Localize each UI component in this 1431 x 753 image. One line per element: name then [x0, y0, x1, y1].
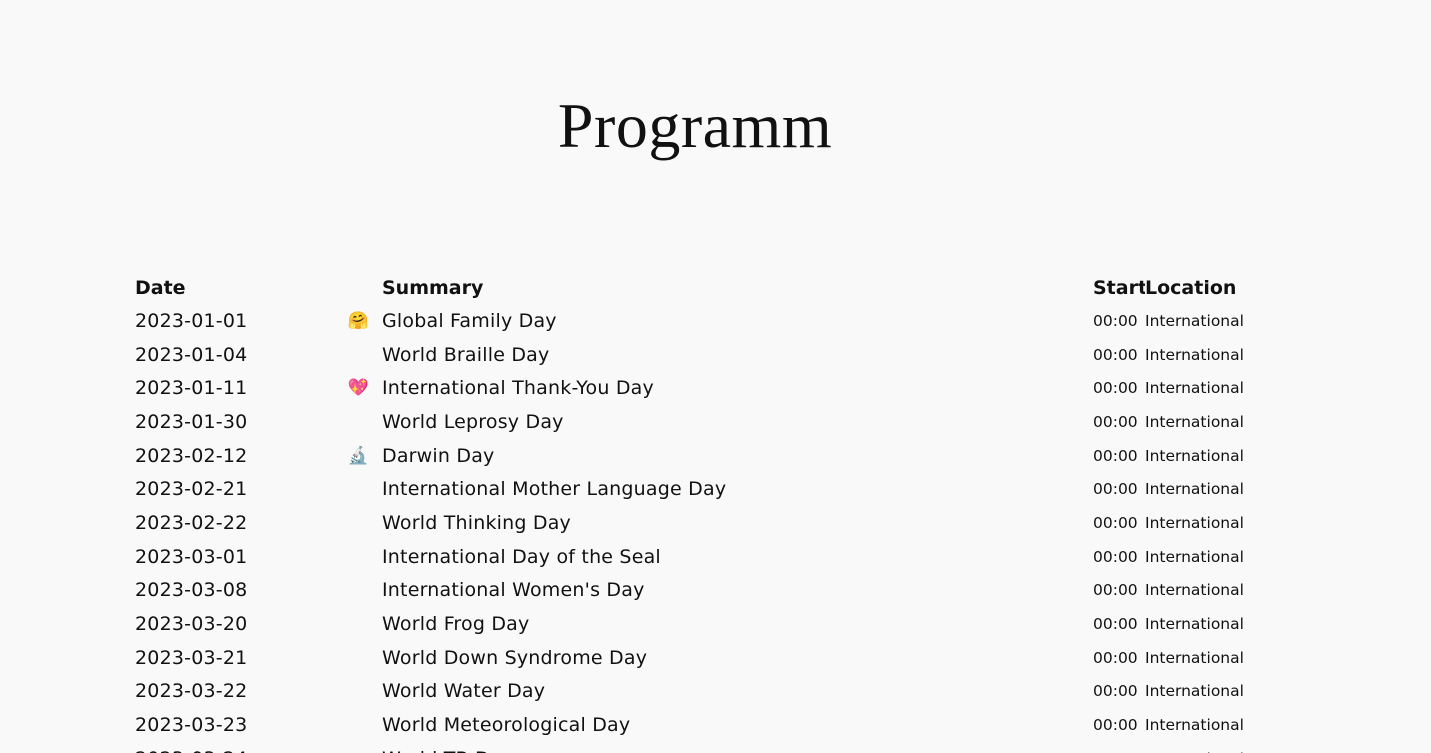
table-row: 2023-02-21 International Mother Language…	[135, 472, 1265, 506]
event-summary: International Thank-You Day	[382, 377, 654, 400]
event-date: 2023-01-11	[135, 377, 248, 400]
event-icon	[347, 405, 382, 439]
event-start: 00:00	[1093, 615, 1138, 634]
event-location: International	[1145, 648, 1244, 667]
table-header-row: Date Summary Start Location	[135, 271, 1265, 304]
event-summary: World Frog Day	[382, 613, 530, 636]
event-summary: International Mother Language Day	[382, 478, 727, 501]
column-header-location: Location	[1145, 276, 1237, 299]
table-row: 2023-03-24 World TB Day 00:00 Internatio…	[135, 742, 1265, 753]
event-icon	[347, 540, 382, 574]
event-icon	[347, 338, 382, 372]
table-row: 2023-03-22 World Water Day 00:00 Interna…	[135, 675, 1265, 709]
event-location: International	[1145, 412, 1244, 431]
event-summary: World Meteorological Day	[382, 714, 631, 737]
event-start: 00:00	[1093, 446, 1138, 465]
table-row: 2023-03-23 World Meteorological Day 00:0…	[135, 708, 1265, 742]
event-date: 2023-03-23	[135, 714, 248, 737]
event-icon	[347, 675, 382, 709]
event-summary: International Women's Day	[382, 579, 645, 602]
table-row: 2023-03-21 World Down Syndrome Day 00:00…	[135, 641, 1265, 675]
event-location: International	[1145, 311, 1244, 330]
event-location: International	[1145, 547, 1244, 566]
event-date: 2023-01-01	[135, 309, 248, 332]
microscope-icon: 🔬	[347, 445, 370, 466]
table-row: 2023-03-20 World Frog Day 00:00 Internat…	[135, 607, 1265, 641]
event-date: 2023-02-22	[135, 511, 248, 534]
event-summary: Global Family Day	[382, 309, 557, 332]
event-date: 2023-03-24	[135, 742, 347, 753]
table-row: 2023-02-12 🔬 Darwin Day 00:00 Internatio…	[135, 439, 1265, 473]
event-location: International	[1145, 742, 1265, 753]
table-row: 2023-03-01 International Day of the Seal…	[135, 540, 1265, 574]
event-start: 00:00	[1093, 547, 1138, 566]
event-start: 00:00	[1093, 716, 1138, 735]
table-row: 2023-03-08 International Women's Day 00:…	[135, 574, 1265, 608]
event-date: 2023-02-12	[135, 444, 248, 467]
event-summary: Darwin Day	[382, 444, 495, 467]
event-summary: World Braille Day	[382, 343, 550, 366]
event-start: 00:00	[1093, 513, 1138, 532]
event-summary: World Down Syndrome Day	[382, 646, 648, 669]
column-header-start: Start	[1093, 276, 1145, 299]
table-row: 2023-01-30 World Leprosy Day 00:00 Inter…	[135, 405, 1265, 439]
event-icon	[347, 506, 382, 540]
program-table: Date Summary Start Location 2023-01-01 🤗…	[135, 271, 1265, 753]
hugging-face-icon: 🤗	[347, 310, 370, 331]
event-date: 2023-01-04	[135, 343, 248, 366]
column-header-date: Date	[135, 276, 186, 299]
event-summary: World TB Day	[382, 742, 1093, 753]
column-header-summary: Summary	[382, 276, 484, 299]
event-date: 2023-03-08	[135, 579, 248, 602]
event-location: International	[1145, 615, 1244, 634]
event-icon	[347, 574, 382, 608]
event-date: 2023-03-21	[135, 646, 248, 669]
table-row: 2023-02-22 World Thinking Day 00:00 Inte…	[135, 506, 1265, 540]
event-icon	[347, 607, 382, 641]
event-start: 00:00	[1093, 412, 1138, 431]
event-start: 00:00	[1093, 480, 1138, 499]
event-icon	[347, 641, 382, 675]
column-header-icon	[347, 271, 382, 304]
event-date: 2023-01-30	[135, 410, 248, 433]
event-start: 00:00	[1093, 311, 1138, 330]
event-icon	[347, 742, 382, 753]
event-location: International	[1145, 345, 1244, 364]
event-location: International	[1145, 716, 1244, 735]
table-row: 2023-01-01 🤗 Global Family Day 00:00 Int…	[135, 304, 1265, 338]
event-start: 00:00	[1093, 581, 1138, 600]
event-date: 2023-02-21	[135, 478, 248, 501]
event-start: 00:00	[1093, 379, 1138, 398]
event-start: 00:00	[1093, 682, 1138, 701]
event-icon	[347, 472, 382, 506]
event-location: International	[1145, 379, 1244, 398]
table-row: 2023-01-11 💖 International Thank-You Day…	[135, 371, 1265, 405]
event-location: International	[1145, 446, 1244, 465]
event-start: 00:00	[1093, 648, 1138, 667]
event-summary: World Leprosy Day	[382, 410, 564, 433]
page-title: Programm	[557, 90, 833, 161]
table-row: 2023-01-04 World Braille Day 00:00 Inter…	[135, 338, 1265, 372]
event-location: International	[1145, 513, 1244, 532]
event-location: International	[1145, 682, 1244, 701]
event-start: 00:00	[1093, 345, 1138, 364]
table-body: 2023-01-01 🤗 Global Family Day 00:00 Int…	[135, 304, 1265, 753]
event-icon	[347, 708, 382, 742]
event-date: 2023-03-01	[135, 545, 248, 568]
event-date: 2023-03-20	[135, 613, 248, 636]
sparkling-heart-icon: 💖	[347, 378, 370, 399]
event-location: International	[1145, 581, 1244, 600]
event-summary: International Day of the Seal	[382, 545, 661, 568]
event-date: 2023-03-22	[135, 680, 248, 703]
event-location: International	[1145, 480, 1244, 499]
event-summary: World Thinking Day	[382, 511, 571, 534]
event-summary: World Water Day	[382, 680, 546, 703]
event-start: 00:00	[1093, 742, 1145, 753]
